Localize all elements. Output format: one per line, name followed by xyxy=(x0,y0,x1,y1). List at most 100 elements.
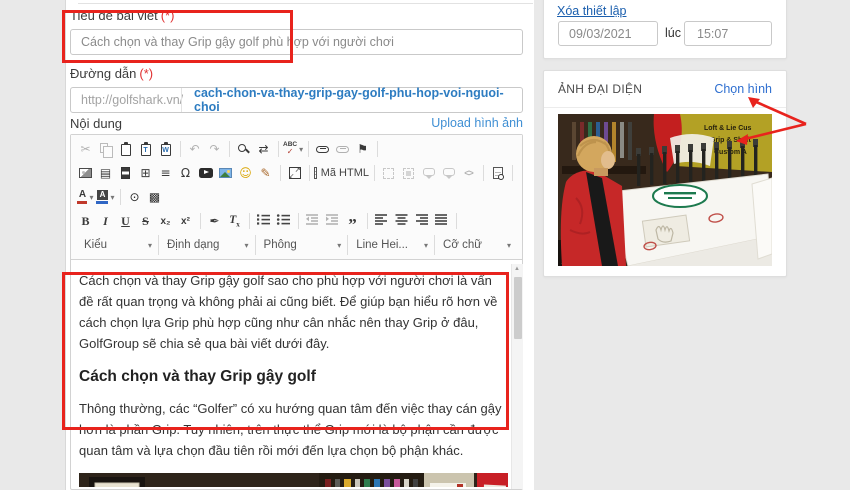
maximize-button[interactable] xyxy=(285,164,304,183)
font-size-dropdown-label: Cỡ chữ xyxy=(443,239,482,251)
time-input[interactable]: 15:07 xyxy=(684,21,772,46)
title-label-text: Tiêu đề bài viết xyxy=(70,8,158,23)
special-char-icon: Ω xyxy=(181,167,190,179)
content-inline-image xyxy=(79,473,508,487)
font-size-dropdown[interactable]: Cỡ chữ ▾ xyxy=(434,235,517,255)
media-embed-button[interactable]: ⊙ xyxy=(125,188,144,207)
show-blocks-button xyxy=(379,164,398,183)
toolbar-separator xyxy=(483,165,484,181)
qr-code-button[interactable]: ▩ xyxy=(145,188,164,207)
copy-formatting-button[interactable]: ✒ xyxy=(205,212,224,231)
bg-color-button[interactable]: A▾ xyxy=(96,188,115,207)
select-all-button xyxy=(399,164,418,183)
title-input[interactable]: Cách chọn và thay Grip gậy golf phù hợp … xyxy=(70,29,523,55)
anchor-button[interactable]: ⚑ xyxy=(353,140,372,159)
strikethrough-icon: S xyxy=(142,214,149,229)
chevron-down-icon: ▾ xyxy=(507,241,511,250)
bold-button[interactable]: B xyxy=(76,212,95,231)
superscript-button[interactable]: x² xyxy=(176,212,195,231)
scrollbar-up-arrow[interactable]: ▲ xyxy=(514,266,520,272)
table-icon: ⊞ xyxy=(140,167,150,179)
title-label: Tiêu đề bài viết(*) xyxy=(70,8,174,23)
paste-as-text-button[interactable]: T xyxy=(136,140,155,159)
toolbar-row: BIUSx₂ x² ✒ Tx ” xyxy=(76,209,517,233)
subscript-button[interactable]: x₂ xyxy=(156,212,175,231)
table-button[interactable]: ⊞ xyxy=(136,164,155,183)
required-mark: (*) xyxy=(139,66,153,81)
italic-button[interactable]: I xyxy=(96,212,115,231)
replace-icon: ⇄ xyxy=(258,143,268,155)
text-color-button[interactable]: A▾ xyxy=(76,188,95,207)
comment-icon xyxy=(423,168,435,176)
required-mark: (*) xyxy=(161,8,175,23)
format-dropdown[interactable]: Định dạng▾ xyxy=(158,235,255,255)
numbered-list-button[interactable] xyxy=(254,212,273,231)
upload-image-link[interactable]: Upload hình ảnh xyxy=(431,116,523,130)
clear-schedule-link[interactable]: Xóa thiết lập xyxy=(557,4,627,18)
subscript-icon: x₂ xyxy=(160,216,170,227)
clean-image-button[interactable]: ✎ xyxy=(256,164,275,183)
image-button[interactable] xyxy=(76,164,95,183)
paste-from-word-button[interactable]: W xyxy=(156,140,175,159)
preview-button[interactable] xyxy=(488,164,507,183)
toolbar-separator xyxy=(280,165,281,181)
copy-button xyxy=(96,140,115,159)
justify-button[interactable] xyxy=(432,212,451,231)
outdent-button xyxy=(303,212,322,231)
scrollbar-thumb[interactable] xyxy=(514,277,522,339)
spellcheck-button[interactable]: ABC✓▾ xyxy=(283,140,303,159)
featured-card-header: ẢNH ĐẠI DIỆN Chọn hình xyxy=(544,71,786,108)
smiley-button[interactable]: ☺ xyxy=(236,164,255,183)
styles-dropdown[interactable]: Kiểu▾ xyxy=(76,235,158,255)
content-label-text: Nội dung xyxy=(70,116,122,131)
strikethrough-button[interactable]: S xyxy=(136,212,155,231)
align-center-button[interactable] xyxy=(392,212,411,231)
select-all-icon xyxy=(403,168,414,179)
horizontal-rule-icon: ≡ xyxy=(160,167,170,179)
editor-content-area[interactable]: Cách chọn và thay Grip gậy golf sao cho … xyxy=(71,260,522,487)
align-right-button[interactable] xyxy=(412,212,431,231)
url-prefix: http://golfshark.vn/ xyxy=(71,93,181,107)
toolbar-separator xyxy=(200,213,201,229)
page-break-button[interactable] xyxy=(116,164,135,183)
remove-format-icon: Tx xyxy=(229,214,240,228)
align-left-button[interactable] xyxy=(372,212,391,231)
format-dropdown-label: Định dạng xyxy=(167,239,219,251)
paste-icon xyxy=(121,144,131,156)
underline-button[interactable]: U xyxy=(116,212,135,231)
choose-image-link[interactable]: Chọn hình xyxy=(714,82,772,96)
blockquote-button[interactable]: ” xyxy=(343,212,362,231)
bulleted-list-button[interactable] xyxy=(274,212,293,231)
featured-image[interactable]: Loft & Lie Cus Grip & Shaft Custom A xyxy=(558,114,772,266)
url-input[interactable]: http://golfshark.vn/ cach-chon-va-thay-g… xyxy=(70,87,523,113)
font-dropdown-label: Phông xyxy=(264,239,297,251)
link-button[interactable] xyxy=(313,140,332,159)
paste-button[interactable] xyxy=(116,140,135,159)
toolbar-separator xyxy=(309,165,310,181)
horizontal-rule-button[interactable]: ≡ xyxy=(156,164,175,183)
time-label: lúc xyxy=(665,26,681,40)
toolbar-separator xyxy=(512,165,513,181)
replace-button[interactable]: ⇄ xyxy=(254,140,273,159)
anchor-icon: ⚑ xyxy=(357,143,368,155)
underline-icon: U xyxy=(121,214,130,229)
image-gallery-button[interactable]: ▤ xyxy=(96,164,115,183)
slideshow-button[interactable] xyxy=(216,164,235,183)
remove-format-button[interactable]: Tx xyxy=(225,212,244,231)
source-button[interactable]: Mã HTML xyxy=(314,164,369,183)
superscript-icon: x² xyxy=(181,216,190,227)
chevron-down-icon: ▾ xyxy=(424,241,428,250)
paste-from-word-icon: W xyxy=(161,144,171,156)
line-height-dropdown[interactable]: Line Hei...▾ xyxy=(347,235,434,255)
date-value: 09/03/2021 xyxy=(569,27,632,41)
qr-code-icon: ▩ xyxy=(149,191,160,203)
special-char-button[interactable]: Ω xyxy=(176,164,195,183)
font-dropdown[interactable]: Phông▾ xyxy=(255,235,348,255)
youtube-button[interactable] xyxy=(196,164,215,183)
find-button[interactable] xyxy=(234,140,253,159)
preview-icon xyxy=(493,167,503,179)
editor-scrollbar[interactable]: ▲ xyxy=(511,264,523,489)
bold-icon: B xyxy=(81,214,89,229)
content-paragraph: Thông thường, các “Golfer” có xu hướng q… xyxy=(79,398,506,461)
date-input[interactable]: 09/03/2021 xyxy=(558,21,658,46)
